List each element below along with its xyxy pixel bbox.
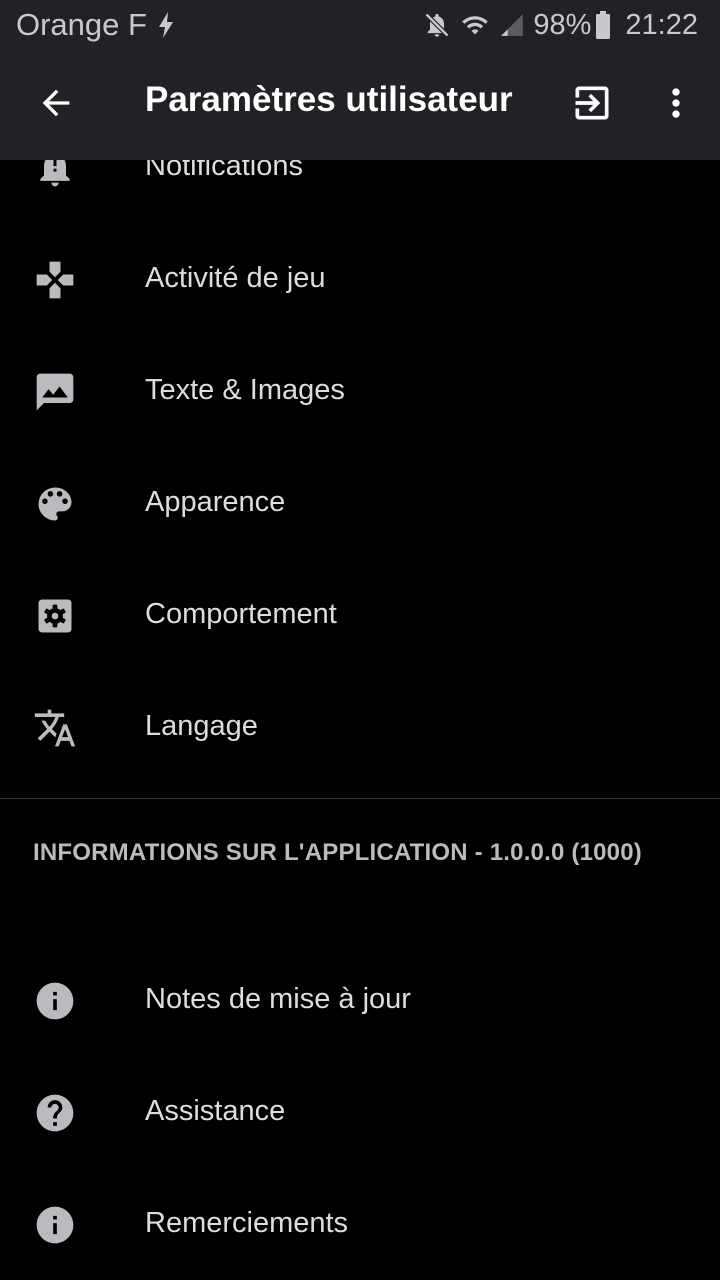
wifi-icon bbox=[459, 11, 491, 39]
info-icon bbox=[33, 1203, 77, 1247]
arrow-left-icon bbox=[36, 83, 76, 128]
logout-icon bbox=[570, 81, 614, 130]
settings-item-text-images[interactable]: Texte & Images bbox=[0, 336, 720, 448]
settings-item-game-activity[interactable]: Activité de jeu bbox=[0, 224, 720, 336]
settings-item-behavior[interactable]: Comportement bbox=[0, 560, 720, 672]
status-bar: Orange F 98% 21:22 bbox=[0, 0, 720, 50]
mute-icon bbox=[423, 11, 451, 39]
translate-icon bbox=[33, 706, 77, 750]
settings-item-label: Langage bbox=[145, 710, 258, 742]
help-icon bbox=[33, 1091, 77, 1135]
signal-icon bbox=[499, 12, 525, 38]
settings-item-acknowledgements[interactable]: Remerciements bbox=[0, 1169, 720, 1280]
page-title: Paramètres utilisateur bbox=[145, 80, 513, 119]
app-info-header: INFORMATIONS SUR L'APPLICATION - 1.0.0.0… bbox=[33, 839, 642, 866]
settings-list[interactable]: Notifications Activité de jeu Texte & Im… bbox=[0, 0, 720, 1280]
gamepad-icon bbox=[33, 258, 77, 302]
settings-item-appearance[interactable]: Apparence bbox=[0, 448, 720, 560]
back-button[interactable] bbox=[34, 83, 78, 127]
logout-button[interactable] bbox=[570, 83, 614, 127]
image-icon bbox=[33, 370, 77, 414]
settings-item-label: Remerciements bbox=[145, 1207, 349, 1239]
app-bar: Paramètres utilisateur bbox=[0, 50, 720, 160]
settings-item-label: Apparence bbox=[145, 486, 286, 518]
settings-item-label: Assistance bbox=[145, 1095, 286, 1127]
settings-item-release-notes[interactable]: Notes de mise à jour bbox=[0, 945, 720, 1057]
settings-item-language[interactable]: Langage bbox=[0, 672, 720, 784]
palette-icon bbox=[33, 482, 77, 526]
gear-icon bbox=[33, 594, 77, 638]
settings-item-label: Notes de mise à jour bbox=[145, 983, 411, 1015]
settings-item-label: Comportement bbox=[145, 598, 337, 630]
more-vert-icon bbox=[654, 81, 698, 130]
charging-bolt-icon bbox=[157, 12, 175, 38]
battery-level: 98% bbox=[533, 8, 592, 41]
settings-item-support[interactable]: Assistance bbox=[0, 1057, 720, 1169]
more-options-button[interactable] bbox=[654, 83, 698, 127]
settings-item-label: Activité de jeu bbox=[145, 262, 326, 294]
battery-icon bbox=[595, 11, 611, 39]
status-left: Orange F bbox=[16, 6, 175, 44]
carrier-name: Orange F bbox=[16, 7, 147, 42]
settings-screen: Notifications Activité de jeu Texte & Im… bbox=[0, 0, 720, 1280]
clock: 21:22 bbox=[625, 8, 698, 41]
section-divider bbox=[0, 798, 720, 799]
info-icon bbox=[33, 979, 77, 1023]
settings-item-label: Texte & Images bbox=[145, 374, 345, 406]
status-right: 98% 21:22 bbox=[423, 6, 698, 44]
